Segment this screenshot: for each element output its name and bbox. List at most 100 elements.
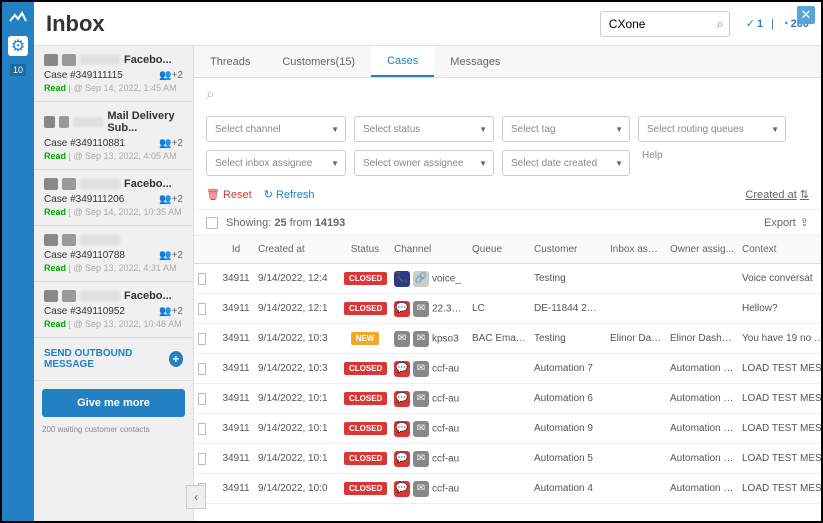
row-checkbox[interactable] xyxy=(198,423,206,435)
sidebar-case-card[interactable]: Facebo...Case #349111206👥+2Read | @ Sep … xyxy=(34,170,193,226)
search-box: ⌕ xyxy=(600,11,730,37)
envelope-icon xyxy=(62,54,76,66)
channel-icon: 💬 xyxy=(394,451,410,467)
tabs: ThreadsCustomers(15)CasesMessages xyxy=(194,46,821,78)
envelope-icon xyxy=(62,178,76,190)
channel-icon: ✉ xyxy=(413,481,429,497)
search-icon: ⌕ xyxy=(206,86,215,103)
search-icon[interactable]: ⌕ xyxy=(717,16,724,32)
sidebar-case-card[interactable]: Facebo...Case #349111115👥+2Read | @ Sep … xyxy=(34,46,193,102)
give-more-button[interactable]: Give me more xyxy=(42,389,185,417)
table-row[interactable]: 349119/14/2022, 10:0CLOSED💬✉ccf-auAutoma… xyxy=(194,474,821,504)
channel-icon: ✉ xyxy=(413,421,429,437)
export-button[interactable]: Export ⇪ xyxy=(764,216,809,229)
envelope-icon xyxy=(62,290,76,302)
sidebar-case-card[interactable]: Case #349110788👥+2Read | @ Sep 13, 2022,… xyxy=(34,226,193,282)
channel-icon: 💬 xyxy=(394,391,410,407)
row-checkbox[interactable] xyxy=(198,303,206,315)
filter-routing[interactable]: Select routing queues xyxy=(638,116,786,142)
channel-icon xyxy=(44,116,55,128)
channel-icon: 💬 xyxy=(394,361,410,377)
tab-messages[interactable]: Messages xyxy=(434,46,516,77)
channel-icon: ✉ xyxy=(394,331,410,347)
filter-owner-assignee[interactable]: Select owner assignee xyxy=(354,150,494,176)
tab-cases[interactable]: Cases xyxy=(371,46,434,77)
status-badge: CLOSED xyxy=(344,272,387,285)
channel-icon: ✉ xyxy=(413,301,429,317)
status-badge: CLOSED xyxy=(344,302,387,315)
sidebar-case-card[interactable]: Mail Delivery Sub...Case #349110881👥+2Re… xyxy=(34,102,193,170)
channel-icon: ✉ xyxy=(413,451,429,467)
plus-icon[interactable]: + xyxy=(169,351,183,367)
channel-icon xyxy=(44,178,58,190)
tab-customers[interactable]: Customers(15) xyxy=(266,46,371,77)
channel-icon: 🔗 xyxy=(413,271,429,287)
filter-status[interactable]: Select status xyxy=(354,116,494,142)
row-checkbox[interactable] xyxy=(198,393,206,405)
table-row[interactable]: 349119/14/2022, 10:3NEW✉✉kpso3BAC Email … xyxy=(194,324,821,354)
help-link[interactable]: Help xyxy=(642,150,663,176)
status-badge: CLOSED xyxy=(344,482,387,495)
channel-icon xyxy=(44,234,58,246)
channel-icon: 💬 xyxy=(394,481,410,497)
table-header: Id Created at Status Channel Queue Custo… xyxy=(194,236,821,264)
table-row[interactable]: 349119/14/2022, 10:3CLOSED💬✉ccf-auAutoma… xyxy=(194,354,821,384)
send-outbound[interactable]: SEND OUTBOUND MESSAGE + xyxy=(34,338,193,381)
table-row[interactable]: 349119/14/2022, 12:4CLOSED📞🔗voice_Testin… xyxy=(194,264,821,294)
sidebar-case-card[interactable]: Facebo...Case #349110952👥+2Read | @ Sep … xyxy=(34,282,193,338)
table-body: 349119/14/2022, 12:4CLOSED📞🔗voice_Testin… xyxy=(194,264,821,521)
row-checkbox[interactable] xyxy=(198,333,206,345)
collapse-sidebar[interactable]: ‹ xyxy=(186,485,206,509)
status-badge: CLOSED xyxy=(344,392,387,405)
row-checkbox[interactable] xyxy=(198,453,206,465)
waiting-text: 200 waiting customer contacts xyxy=(34,425,193,438)
filter-date-created[interactable]: Select date created xyxy=(502,150,630,176)
channel-icon xyxy=(44,54,58,66)
search-input[interactable] xyxy=(600,11,730,37)
table-row[interactable]: 349119/14/2022, 10:1CLOSED💬✉ccf-auAutoma… xyxy=(194,444,821,474)
filter-tag[interactable]: Select tag xyxy=(502,116,630,142)
participants-icon: 👥+2 xyxy=(159,250,183,261)
channel-icon: ✉ xyxy=(413,361,429,377)
participants-icon: 👥+2 xyxy=(159,70,183,81)
envelope-icon xyxy=(59,116,70,128)
showing-bar: Showing: 25 from 14193 Export ⇪ xyxy=(194,209,821,236)
channel-icon: 💬 xyxy=(394,421,410,437)
settings-icon[interactable]: ⚙ xyxy=(8,36,28,56)
envelope-icon xyxy=(62,234,76,246)
tab-threads[interactable]: Threads xyxy=(194,46,266,77)
logo-icon xyxy=(8,8,28,28)
filter-channel[interactable]: Select channel xyxy=(206,116,346,142)
rail-badge: 10 xyxy=(10,64,26,76)
channel-icon: ✉ xyxy=(413,331,429,347)
reset-button[interactable]: 🗑 Reset xyxy=(206,188,252,201)
status-badge: NEW xyxy=(351,332,380,345)
refresh-button[interactable]: ↻ Refresh xyxy=(264,188,315,201)
sidebar: Facebo...Case #349111115👥+2Read | @ Sep … xyxy=(34,46,194,521)
topbar: Inbox ⌕ ✓ 1 | ◔ 200 xyxy=(34,2,821,46)
filter-inbox-assignee[interactable]: Select inbox assignee xyxy=(206,150,346,176)
table-row[interactable]: 349119/14/2022, 12:1CLOSED💬✉22.3 H 22.3L… xyxy=(194,294,821,324)
table-row[interactable]: 349119/14/2022, 10:1CLOSED💬✉ccf-auAutoma… xyxy=(194,414,821,444)
sort-button[interactable]: Created at ⇅ xyxy=(745,188,809,201)
action-bar: 🗑 Reset ↻ Refresh Created at ⇅ xyxy=(194,184,821,209)
status-badge: CLOSED xyxy=(344,452,387,465)
table-row[interactable]: 349119/14/2022, 10:1CLOSED💬✉ccf-auAutoma… xyxy=(194,384,821,414)
channel-icon xyxy=(44,290,58,302)
close-icon[interactable]: ✕ xyxy=(797,6,815,24)
row-checkbox[interactable] xyxy=(198,273,206,285)
filter-search[interactable]: ⌕ xyxy=(194,78,821,112)
participants-icon: 👥+2 xyxy=(159,194,183,205)
page-title: Inbox xyxy=(46,11,201,37)
channel-icon: ✉ xyxy=(413,391,429,407)
status-badge: CLOSED xyxy=(344,362,387,375)
select-all-checkbox[interactable] xyxy=(206,217,218,229)
left-rail: ⚙ 10 xyxy=(2,2,34,521)
status-badge: CLOSED xyxy=(344,422,387,435)
row-checkbox[interactable] xyxy=(198,363,206,375)
participants-icon: 👥+2 xyxy=(159,306,183,317)
filters: Select channel Select status Select tag … xyxy=(194,112,821,184)
participants-icon: 👥+2 xyxy=(159,138,183,149)
counter-check: ✓ 1 xyxy=(746,17,763,30)
channel-icon: 📞 xyxy=(394,271,410,287)
